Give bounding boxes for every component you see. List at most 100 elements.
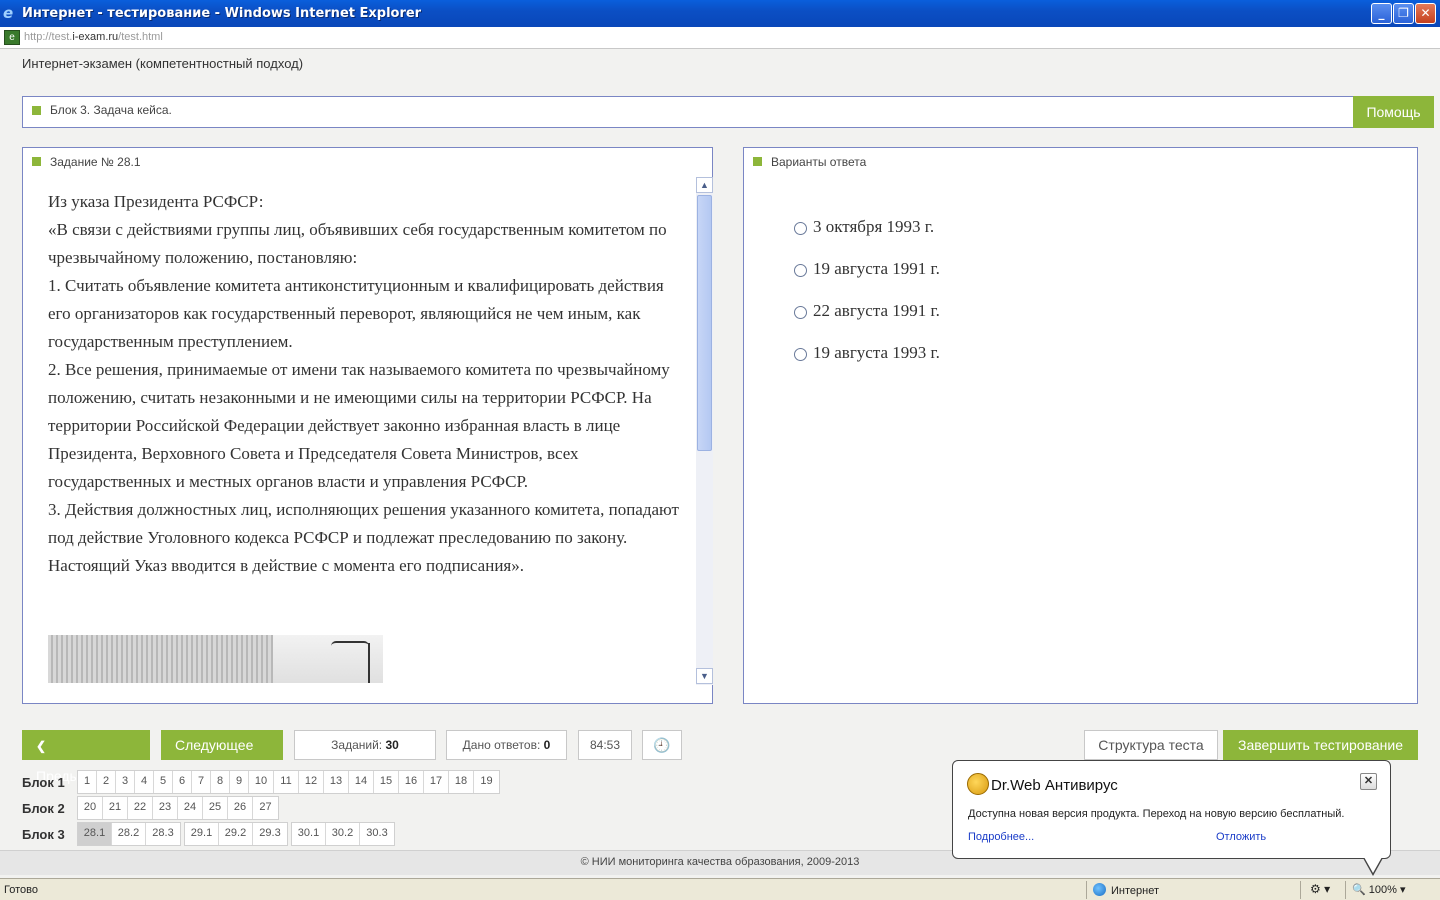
url-text[interactable]: http://test.i-exam.ru/test.html — [24, 31, 163, 43]
answered-label: Дано ответов: — [462, 738, 541, 752]
task-cell[interactable]: 22 — [128, 797, 153, 819]
radio-button[interactable] — [794, 263, 807, 277]
task-cell[interactable]: 29.1 — [185, 823, 219, 845]
block-label: Блок 3. Задача кейса. — [50, 103, 172, 117]
task-cell[interactable]: 30.3 — [360, 823, 394, 845]
answer-option[interactable]: 19 августа 1991 г. — [794, 248, 940, 290]
task-paragraph: 1. Считать объявление комитета антиконст… — [48, 276, 664, 351]
task-cell-group: 30.1 30.2 30.3 — [291, 822, 395, 846]
task-text: Из указа Президента РСФСР: «В связи с де… — [48, 188, 688, 580]
task-cell[interactable]: 3 — [116, 771, 135, 793]
task-cell[interactable]: 15 — [374, 771, 399, 793]
task-paragraph: «В связи с действиями группы лиц, объяви… — [48, 220, 667, 267]
drweb-title: Dr.Web Антивирус — [991, 777, 1118, 794]
test-structure-button[interactable]: Структура теста — [1084, 730, 1218, 760]
status-separator — [1300, 881, 1301, 899]
block-row: Блок 3 28.1 28.2 28.3 29.1 29.2 29.3 30.1 30.2 30… — [22, 822, 398, 846]
status-text: Готово — [4, 884, 38, 896]
answers-panel: Варианты ответа 3 октября 1993 г. 19 авг… — [743, 147, 1418, 704]
answers-heading: Варианты ответа — [771, 155, 867, 169]
task-cell[interactable]: 11 — [274, 771, 299, 793]
answer-option[interactable]: 3 октября 1993 г. — [794, 206, 940, 248]
task-cell[interactable]: 7 — [192, 771, 211, 793]
zoom-control[interactable]: 🔍 100% ▾ — [1352, 883, 1405, 896]
answer-option[interactable]: 22 августа 1991 г. — [794, 290, 940, 332]
task-cell[interactable]: 13 — [324, 771, 349, 793]
task-cell[interactable]: 30.1 — [292, 823, 326, 845]
next-button[interactable]: Следующее ❯ — [161, 730, 283, 783]
task-cell[interactable]: 2 — [97, 771, 116, 793]
protected-mode-icon[interactable]: ⚙ ▾ — [1310, 882, 1330, 896]
drweb-notification: Dr.Web Антивирус ✕ Доступна новая версия… — [952, 760, 1391, 876]
restore-button[interactable]: ❐ — [1393, 3, 1414, 24]
scroll-thumb[interactable] — [697, 195, 712, 451]
task-paragraph: 2. Все решения, принимаемые от имени так… — [48, 360, 670, 491]
minimize-button[interactable]: _ — [1371, 3, 1392, 24]
task-cell[interactable]: 28.2 — [112, 823, 146, 845]
task-cell[interactable]: 4 — [135, 771, 154, 793]
ie-icon: e — [3, 4, 14, 22]
task-cell[interactable]: 28.3 — [146, 823, 180, 845]
task-cell-group: 20 21 22 23 24 25 26 27 — [77, 796, 279, 820]
task-cell[interactable]: 26 — [228, 797, 253, 819]
answered-count: 0 — [543, 738, 551, 752]
task-heading: Задание № 28.1 — [50, 155, 141, 169]
task-cell[interactable]: 23 — [153, 797, 178, 819]
task-cell[interactable]: 18 — [449, 771, 474, 793]
task-cell[interactable]: 12 — [299, 771, 324, 793]
task-cell[interactable]: 10 — [249, 771, 274, 793]
finish-test-button[interactable]: Завершить тестирование — [1223, 730, 1418, 760]
status-separator — [1345, 881, 1346, 899]
help-button[interactable]: Помощь — [1353, 96, 1434, 128]
task-cell[interactable]: 21 — [103, 797, 128, 819]
green-square-icon — [753, 157, 762, 166]
task-cell[interactable]: 16 — [399, 771, 424, 793]
task-cell[interactable]: 25 — [203, 797, 228, 819]
more-link[interactable]: Подробнее... — [968, 831, 1034, 843]
task-cell[interactable]: 27 — [253, 797, 278, 819]
drweb-message: Доступна новая версия продукта. Переход … — [968, 808, 1345, 820]
task-cell[interactable]: 24 — [178, 797, 203, 819]
page-icon: e — [4, 30, 20, 45]
postpone-link[interactable]: Отложить — [1216, 831, 1266, 843]
task-cell[interactable]: 17 — [424, 771, 449, 793]
scroll-up-icon[interactable]: ▲ — [696, 177, 713, 193]
radio-button[interactable] — [794, 347, 807, 361]
task-scrollbar[interactable]: ▲ ▼ — [696, 177, 713, 685]
task-cell[interactable]: 20 — [78, 797, 103, 819]
window-title: Интернет - тестирование - Windows Intern… — [22, 6, 422, 21]
task-cell[interactable]: 29.2 — [219, 823, 253, 845]
task-cell-group: 28.1 28.2 28.3 — [77, 822, 181, 846]
previous-button[interactable]: ❮ Предыдущее — [22, 730, 150, 784]
task-cell[interactable]: 6 — [173, 771, 192, 793]
task-cell[interactable]: 19 — [474, 771, 499, 793]
clock-icon: 🕘 — [653, 737, 671, 753]
zoom-icon: 🔍 — [1352, 884, 1366, 896]
close-button[interactable]: ✕ — [1415, 3, 1436, 24]
task-cell[interactable]: 9 — [230, 771, 249, 793]
answer-option[interactable]: 19 августа 1993 г. — [794, 332, 940, 374]
streetlamp-pole — [368, 643, 370, 683]
task-cell[interactable]: 8 — [211, 771, 230, 793]
task-paragraph: Настоящий Указ вводится в действие с мом… — [48, 556, 524, 575]
address-bar[interactable]: e http://test.i-exam.ru/test.html — [0, 27, 1440, 49]
task-cell[interactable]: 30.2 — [326, 823, 360, 845]
task-cell[interactable]: 1 — [78, 771, 97, 793]
block-header: Блок 3. Задача кейса. Помощь — [22, 96, 1434, 128]
radio-button[interactable] — [794, 305, 807, 319]
popup-tail-inner — [1364, 857, 1382, 873]
globe-icon — [1093, 883, 1106, 896]
close-icon[interactable]: ✕ — [1360, 773, 1377, 790]
radio-button[interactable] — [794, 221, 807, 235]
window-titlebar: e Интернет - тестирование - Windows Inte… — [0, 0, 1440, 27]
task-cell[interactable]: 29.3 — [253, 823, 287, 845]
next-label: Следующее — [175, 737, 254, 753]
clock-button[interactable]: 🕘 — [642, 730, 682, 760]
scroll-down-icon[interactable]: ▼ — [696, 668, 713, 684]
task-cell[interactable]: 14 — [349, 771, 374, 793]
timer-display: 84:53 — [578, 730, 632, 760]
answer-label: 19 августа 1993 г. — [813, 343, 940, 362]
block-row-label: Блок 3 — [22, 826, 65, 842]
task-cell[interactable]: 28.1 — [78, 823, 112, 845]
task-cell[interactable]: 5 — [154, 771, 173, 793]
